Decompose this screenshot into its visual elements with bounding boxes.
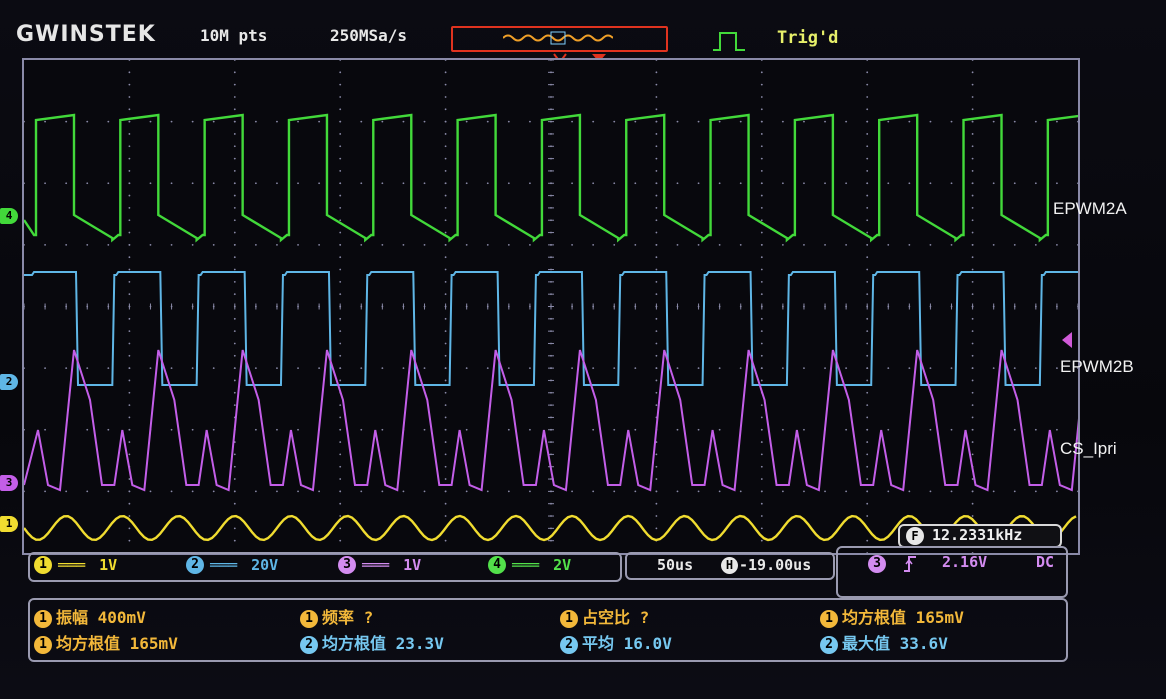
oscilloscope-display: GWINSTEK 10M pts 250MSa/s Trig'd 4 2 3 1… (0, 0, 1166, 699)
sample-rate: 250MSa/s (330, 26, 408, 45)
waveform-traces (24, 113, 1078, 542)
frequency-value: 12.2331kHz (932, 526, 1023, 544)
label-epwm2b: EPWM2B (1060, 357, 1134, 376)
frequency-counter: F 12.2331kHz (898, 524, 1062, 548)
measurement-ch1-frequency[interactable]: 1 频率 ? (300, 604, 373, 628)
measurement-ch2-rms[interactable]: 2 均方根值 23.3V (300, 630, 444, 654)
ch2-ground-marker[interactable]: 2 (0, 374, 18, 390)
ch4-trace (24, 113, 1078, 243)
measurement-ch1-amplitude[interactable]: 1 振幅 400mV (34, 604, 146, 628)
measurement-panel: 1 振幅 400mV 1 频率 ? 1 占空比 ? 1 均方根值 165mV 1 均方根值… (28, 598, 1068, 662)
dc-coupling-icon: ═══ (512, 556, 540, 574)
ch1-ground-marker[interactable]: 1 (0, 516, 18, 532)
record-length: 10M pts (200, 26, 268, 45)
dc-coupling-icon: ═══ (210, 556, 238, 574)
trigger-info-box[interactable]: 3 2.16V DC (836, 546, 1068, 598)
ch1-scale[interactable]: 1 ═══ 1V (34, 556, 117, 576)
channel-scale-bar: 1 ═══ 1V 2 ═══ 20V 3 ═══ 1V 4 ═══ 2V (28, 552, 622, 582)
trigger-source: 3 (868, 555, 886, 573)
frequency-icon: F (906, 527, 924, 545)
label-cs-ipri: CS_Ipri (1060, 439, 1117, 458)
trigger-status: Trig'd (777, 28, 839, 48)
trigger-level: 2.16V (942, 553, 988, 571)
rising-edge-icon (904, 556, 916, 572)
timebase-scale: 50us (657, 556, 694, 574)
brand-logo: GWINSTEK (16, 22, 156, 47)
ch2-scale[interactable]: 2 ═══ 20V (186, 556, 278, 576)
trigger-coupling: DC (1036, 553, 1055, 571)
horizontal-position-indicator[interactable] (451, 26, 668, 52)
measurement-ch1-rms-a[interactable]: 1 均方根值 165mV (820, 604, 964, 628)
ch4-scale[interactable]: 4 ═══ 2V (488, 556, 571, 576)
ch2-trace (24, 271, 1078, 386)
memory-wave-icon (503, 31, 613, 45)
label-epwm2a: EPWM2A (1053, 199, 1127, 218)
measurement-ch2-mean[interactable]: 2 平均 16.0V (560, 630, 672, 654)
measurement-ch1-rms-b[interactable]: 1 均方根值 165mV (34, 630, 178, 654)
timebase-box[interactable]: 50us H -19.00us (625, 552, 835, 580)
status-bar: GWINSTEK 10M pts 250MSa/s Trig'd (0, 14, 1166, 54)
trigger-edge-icon (713, 32, 745, 51)
ch3-trace (24, 349, 1078, 492)
ch3-scale[interactable]: 3 ═══ 1V (338, 556, 421, 576)
ch3-ground-marker[interactable]: 3 (0, 475, 18, 491)
waveform-area[interactable] (22, 58, 1080, 555)
measurement-ch1-duty[interactable]: 1 占空比 ? (560, 604, 649, 628)
measurement-ch2-max[interactable]: 2 最大值 33.6V (820, 630, 948, 654)
ch4-ground-marker[interactable]: 4 (0, 208, 18, 224)
horizontal-position-icon: H (721, 557, 738, 574)
dc-coupling-icon: ═══ (58, 556, 86, 574)
dc-coupling-icon: ═══ (362, 556, 390, 574)
trigger-level-marker[interactable] (1060, 332, 1072, 348)
timebase-position: -19.00us (739, 556, 812, 574)
